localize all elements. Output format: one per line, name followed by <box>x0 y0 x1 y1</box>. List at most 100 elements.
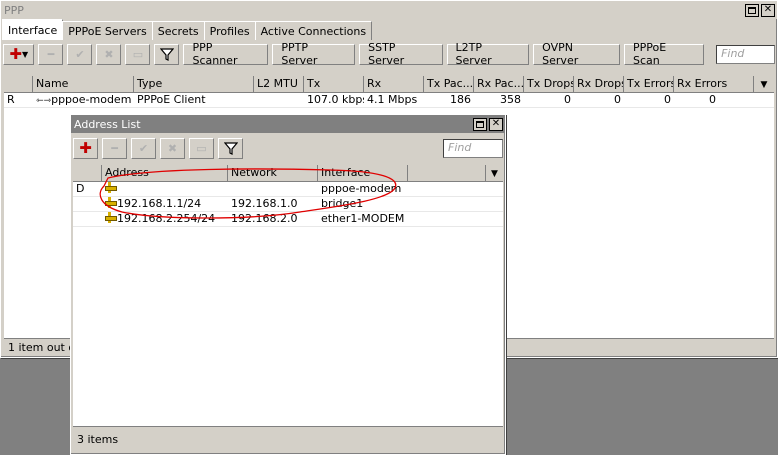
column-header-name[interactable]: Name <box>33 76 134 93</box>
close-button[interactable]: ✕ <box>489 117 503 131</box>
address-list-status-bar: 3 items <box>73 426 503 452</box>
table-row[interactable]: R ⇽⇾pppoe-modem PPPoE Client 107.0 kbps … <box>4 93 774 108</box>
column-header-rx-errors[interactable]: Rx Errors <box>674 76 754 93</box>
table-row[interactable]: D pppoe-modem <box>73 182 503 197</box>
comment-address-button[interactable]: ▭ <box>189 137 214 159</box>
disable-button[interactable]: ✖ <box>96 43 122 65</box>
column-header-interface[interactable]: Interface <box>318 165 408 182</box>
row-address: 192.168.2.254/24 <box>117 212 216 225</box>
interface-arrows-icon: ⇽⇾ <box>36 96 52 106</box>
add-address-button[interactable]: ✚ <box>73 137 98 159</box>
row-flag <box>73 197 102 212</box>
table-row[interactable]: 192.168.1.1/24 192.168.1.0 bridge1 <box>73 197 503 212</box>
l2tp-server-button[interactable]: L2TP Server <box>446 41 530 67</box>
interface-rx-errors: 0 <box>709 93 716 106</box>
item-count: 3 items <box>77 433 119 446</box>
enable-button[interactable]: ✔ <box>67 43 93 65</box>
row-interface: bridge1 <box>321 197 364 210</box>
row-interface: ether1-MODEM <box>321 212 405 225</box>
dropdown-arrow-icon: ▼ <box>760 80 768 90</box>
row-flag: D <box>76 182 85 195</box>
ovpn-server-button[interactable]: OVPN Server <box>533 41 621 67</box>
cross-icon: ✖ <box>167 141 178 155</box>
maximize-button[interactable] <box>473 117 487 131</box>
comment-icon: ▭ <box>132 47 144 61</box>
ppp-titlebar[interactable]: PPP ✕ <box>1 1 777 19</box>
column-header-rx[interactable]: Rx <box>364 76 424 93</box>
row-network <box>228 182 318 197</box>
ppp-window-title: PPP <box>4 3 24 17</box>
filter-icon <box>223 142 238 155</box>
interface-rx-packets: 358 <box>500 93 521 106</box>
ppp-scanner-button[interactable]: PPP Scanner <box>183 41 269 67</box>
column-menu-button[interactable]: ▼ <box>754 76 774 93</box>
ppp-tabs: Interface PPPoE Servers Secrets Profiles… <box>1 19 777 40</box>
address-table: Address Network Interface ▼ D pppoe-mode… <box>73 165 503 426</box>
check-icon: ✔ <box>138 141 149 155</box>
remove-address-button[interactable]: ━ <box>102 137 127 159</box>
column-header-flag[interactable] <box>73 165 102 182</box>
interface-tx-errors: 0 <box>664 93 671 106</box>
row-address: 192.168.1.1/24 <box>117 197 202 210</box>
plus-icon: ✚ <box>79 138 92 157</box>
column-header-tx-packets[interactable]: Tx Pac... <box>424 76 474 93</box>
row-interface: pppoe-modem <box>321 182 402 195</box>
column-header-tx[interactable]: Tx <box>304 76 364 93</box>
column-header-flag[interactable] <box>4 76 33 93</box>
maximize-icon <box>476 120 484 128</box>
row-flag: R <box>7 93 15 106</box>
tab-secrets[interactable]: Secrets <box>151 21 205 40</box>
column-header-tx-drops[interactable]: Tx Drops <box>524 76 574 93</box>
interface-name: pppoe-modem <box>51 93 132 106</box>
address-icon <box>105 182 117 193</box>
column-header-type[interactable]: Type <box>134 76 254 93</box>
remove-button[interactable]: ━ <box>38 43 64 65</box>
minus-icon: ━ <box>47 47 55 61</box>
maximize-button[interactable] <box>745 3 759 17</box>
address-list-window: Address List ✕ ✚ ━ ✔ ✖ ▭ Find Address Ne… <box>70 114 506 455</box>
address-list-toolbar: ✚ ━ ✔ ✖ ▭ Find <box>71 133 505 163</box>
close-icon: ✕ <box>491 118 501 129</box>
tab-interface[interactable]: Interface <box>2 19 64 40</box>
pppoe-scan-button[interactable]: PPPoE Scan <box>624 41 705 67</box>
filter-address-button[interactable] <box>218 137 243 159</box>
column-header-network[interactable]: Network <box>228 165 318 182</box>
address-find-input[interactable]: Find <box>443 138 503 158</box>
address-list-title: Address List <box>74 117 141 131</box>
interface-rx: 4.1 Mbps <box>367 93 418 106</box>
tab-profiles[interactable]: Profiles <box>203 21 256 40</box>
dropdown-arrow-icon: ▼ <box>491 169 498 179</box>
comment-button[interactable]: ▭ <box>125 43 151 65</box>
table-header: Name Type L2 MTU Tx Rx Tx Pac... Rx Pac.… <box>4 76 774 93</box>
tab-pppoe-servers[interactable]: PPPoE Servers <box>62 21 153 40</box>
filter-icon <box>159 48 174 61</box>
row-network: 192.168.2.0 <box>231 212 298 225</box>
filter-button[interactable] <box>154 43 180 65</box>
address-list-titlebar[interactable]: Address List ✕ <box>71 115 505 133</box>
pptp-server-button[interactable]: PPTP Server <box>272 41 356 67</box>
column-header-rx-drops[interactable]: Rx Drops <box>574 76 624 93</box>
column-header-l2mtu[interactable]: L2 MTU <box>254 76 304 93</box>
address-icon <box>105 212 117 223</box>
close-button[interactable]: ✕ <box>761 3 775 17</box>
column-header-rx-packets[interactable]: Rx Pac... <box>474 76 524 93</box>
check-icon: ✔ <box>75 47 85 61</box>
interface-tx: 107.0 kbps <box>307 93 364 106</box>
column-header-empty[interactable] <box>408 165 486 182</box>
sstp-server-button[interactable]: SSTP Server <box>359 41 443 67</box>
interface-tx-packets: 186 <box>450 93 471 106</box>
address-icon <box>105 197 117 208</box>
column-menu-button[interactable]: ▼ <box>486 165 503 182</box>
enable-address-button[interactable]: ✔ <box>131 137 156 159</box>
interface-tx-drops: 0 <box>564 93 571 106</box>
ppp-toolbar: ✚ ▼ ━ ✔ ✖ ▭ PPP Scanner PPTP Server SSTP … <box>1 40 777 68</box>
find-input[interactable]: Find <box>716 44 775 64</box>
column-header-tx-errors[interactable]: Tx Errors <box>624 76 674 93</box>
column-header-address[interactable]: Address <box>102 165 228 182</box>
tab-active-connections[interactable]: Active Connections <box>254 21 373 40</box>
table-row[interactable]: 192.168.2.254/24 192.168.2.0 ether1-MODE… <box>73 212 503 227</box>
comment-icon: ▭ <box>196 141 207 155</box>
disable-address-button[interactable]: ✖ <box>160 137 185 159</box>
add-button[interactable]: ✚ ▼ <box>3 43 35 65</box>
row-network: 192.168.1.0 <box>231 197 298 210</box>
